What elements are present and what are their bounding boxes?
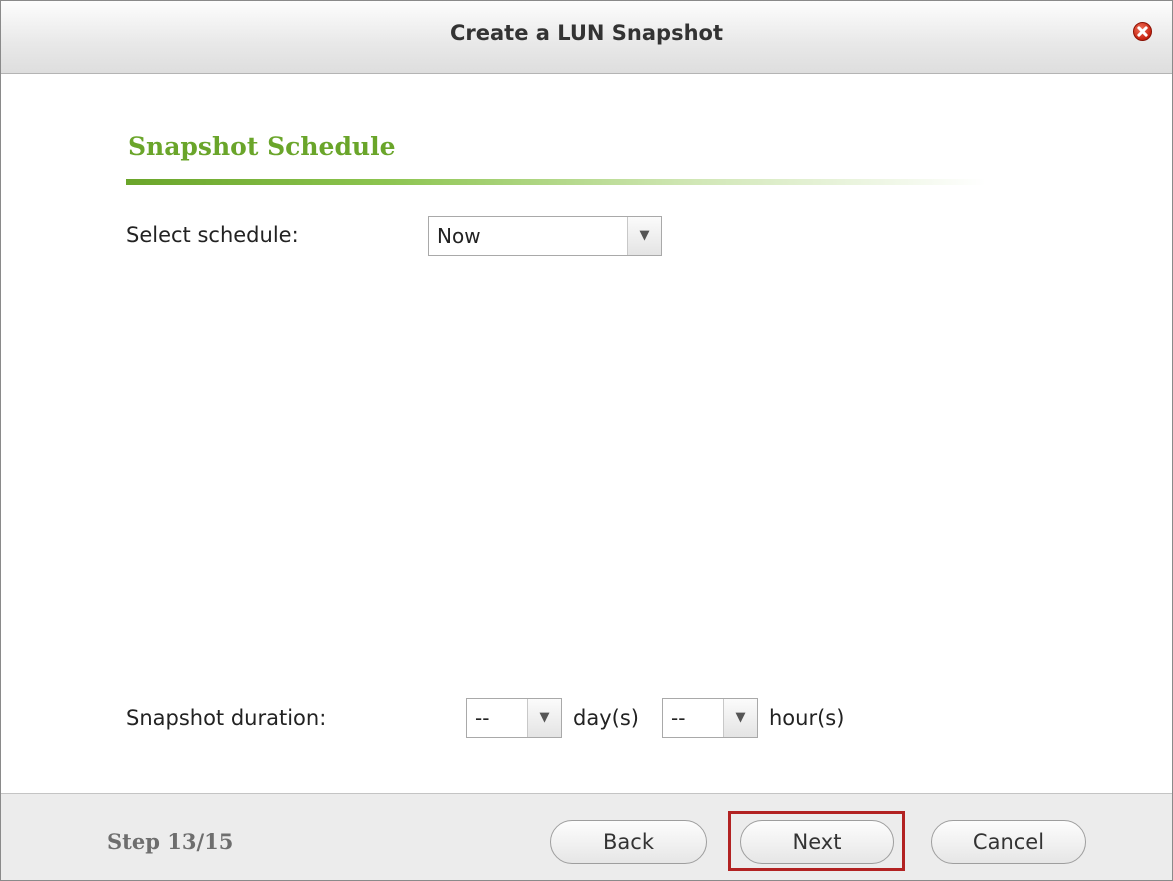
dialog-title: Create a LUN Snapshot: [449, 21, 724, 45]
create-lun-snapshot-dialog: Create a LUN Snapshot Snapshot Schedule …: [0, 0, 1173, 881]
snapshot-duration-label: Snapshot duration:: [126, 706, 327, 730]
close-icon[interactable]: [1133, 22, 1152, 41]
schedule-dropdown-button[interactable]: ▼: [627, 217, 661, 255]
section-divider: [126, 179, 986, 185]
days-unit-label: day(s): [573, 706, 639, 730]
hours-unit-label: hour(s): [769, 706, 845, 730]
duration-hours-select[interactable]: -- ▼: [662, 698, 758, 738]
next-button-highlight: [728, 811, 905, 871]
dialog-titlebar: Create a LUN Snapshot: [1, 1, 1172, 74]
duration-days-select[interactable]: -- ▼: [466, 698, 562, 738]
schedule-select-value: Now: [437, 224, 481, 248]
duration-hours-value: --: [671, 706, 686, 730]
duration-days-value: --: [475, 706, 490, 730]
section-title: Snapshot Schedule: [128, 132, 396, 161]
cancel-button[interactable]: Cancel: [931, 820, 1086, 864]
chevron-down-icon: ▼: [539, 710, 550, 726]
back-button[interactable]: Back: [550, 820, 707, 864]
duration-hours-dropdown-button[interactable]: ▼: [723, 699, 757, 737]
duration-days-dropdown-button[interactable]: ▼: [527, 699, 561, 737]
chevron-down-icon: ▼: [735, 710, 746, 726]
schedule-select[interactable]: Now ▼: [428, 216, 662, 256]
chevron-down-icon: ▼: [639, 228, 650, 244]
select-schedule-label: Select schedule:: [126, 223, 299, 247]
step-indicator: Step 13/15: [107, 829, 234, 854]
